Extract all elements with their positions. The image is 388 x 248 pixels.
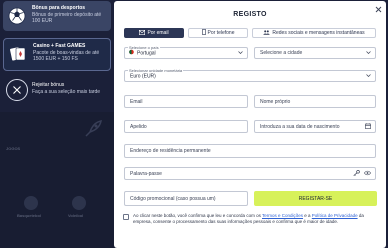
phone-icon <box>201 29 206 37</box>
country-value: Portugal <box>137 50 156 57</box>
field-label: Selecionar unidade monetária <box>128 68 184 73</box>
tab-phone[interactable]: Por telefone <box>188 28 248 38</box>
terms-link[interactable]: Termos e Condições <box>262 213 303 218</box>
terms-text: Ao clicar neste botão, você confirma que… <box>133 213 375 225</box>
soccer-ball-icon <box>6 5 28 27</box>
password-placeholder: Palavra-passe <box>130 170 162 177</box>
portugal-flag-icon <box>129 49 134 57</box>
city-placeholder: Selecione a cidade <box>260 50 303 56</box>
key-icon[interactable] <box>353 169 360 178</box>
close-icon <box>6 79 28 101</box>
terms-text-part: e a <box>303 213 312 218</box>
people-icon <box>263 29 270 37</box>
tab-label: Redes sociais e mensagens instantâneas <box>272 30 365 36</box>
country-select[interactable]: Selecione o país Portugal <box>124 45 248 59</box>
bonus-description: Faça a sua seleção mais tarde <box>32 89 101 95</box>
birth-date-placeholder: Introduza a sua data de nascimento <box>260 123 340 130</box>
registration-modal: REGISTO Por email Por telefone Redes soc… <box>114 1 386 248</box>
eye-icon[interactable] <box>364 170 371 177</box>
last-name-placeholder: Apelido <box>130 123 147 130</box>
bonus-title: Rejeitar bónus <box>32 82 65 88</box>
email-placeholder: Email <box>130 98 143 105</box>
address-field[interactable]: Endereço de residência permanente <box>124 144 376 158</box>
terms-checkbox[interactable] <box>123 214 129 220</box>
casino-cards-icon <box>7 43 29 65</box>
terms-text-part: Ao clicar neste botão, você confirma que… <box>133 213 262 218</box>
bonus-description: Bônus de primeiro depósito até 100 EUR <box>32 12 102 24</box>
bonus-option-casino[interactable]: Casino + Fast GAMES Pacote de boas-vinda… <box>3 38 111 71</box>
last-name-field[interactable]: Apelido <box>124 120 248 133</box>
modal-title: REGISTO <box>233 11 267 18</box>
currency-select[interactable]: Selecionar unidade monetária Euro (EUR) <box>124 68 376 82</box>
calendar-icon[interactable] <box>365 122 371 131</box>
privacy-policy-link[interactable]: Política de Privacidade <box>312 213 358 218</box>
chevron-down-icon <box>366 50 371 56</box>
first-name-field[interactable]: Nome próprio <box>254 95 376 108</box>
chevron-down-icon <box>238 50 243 56</box>
city-select[interactable]: Selecione a cidade <box>254 47 376 59</box>
tab-label: Por email <box>147 30 169 36</box>
address-placeholder: Endereço de residência permanente <box>130 148 211 154</box>
currency-value: Euro (EUR) <box>130 73 156 80</box>
password-field[interactable]: Palavra-passe <box>124 167 376 180</box>
register-button[interactable]: REGISTAR-SE <box>254 191 377 206</box>
bonus-option-reject[interactable]: Rejeitar bónus Faça a sua seleção mais t… <box>3 75 111 106</box>
bonus-title: Bônus para desportos <box>32 5 86 11</box>
first-name-placeholder: Nome próprio <box>260 98 291 105</box>
registration-tabs: Por email Por telefone Redes sociais e m… <box>124 28 376 38</box>
tab-social[interactable]: Redes sociais e mensagens instantâneas <box>252 28 376 38</box>
tab-email[interactable]: Por email <box>124 28 184 38</box>
bonus-title: Casino + Fast GAMES <box>33 43 86 49</box>
email-icon <box>139 29 146 37</box>
promo-code-field[interactable]: Código promocional (caso possua um) <box>124 191 248 206</box>
birth-date-field[interactable]: Introduza a sua data de nascimento <box>254 120 376 133</box>
bonus-selector: Bônus para desportos Bônus de primeiro d… <box>0 0 113 112</box>
bonus-option-sports[interactable]: Bônus para desportos Bônus de primeiro d… <box>3 1 111 31</box>
email-field[interactable]: Email <box>124 95 248 108</box>
bonus-description: Pacote de boas-vindas de até 1500 EUR + … <box>33 50 100 62</box>
chevron-down-icon <box>366 73 371 79</box>
promo-code-placeholder: Código promocional (caso possua um) <box>130 195 216 202</box>
terms-consent: Ao clicar neste botão, você confirma que… <box>123 213 375 225</box>
tab-label: Por telefone <box>207 30 235 36</box>
